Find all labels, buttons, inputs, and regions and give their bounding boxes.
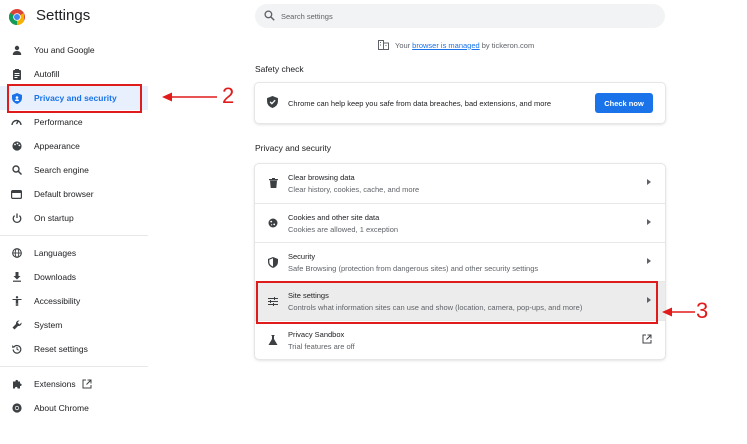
chevron-right-icon [647,258,651,264]
reset-icon [10,343,23,356]
sidebar-item-about-chrome[interactable]: About Chrome [0,396,148,420]
globe-icon [10,247,23,260]
person-icon [10,44,23,57]
shield-check-icon [267,96,278,108]
trash-icon [267,177,279,189]
sidebar-item-label: You and Google [34,45,95,55]
palette-icon [10,140,23,153]
sidebar-item-privacy-and-security[interactable]: Privacy and security [0,86,148,110]
cookies-row[interactable]: Cookies and other site data Cookies are … [255,203,665,242]
search-bar[interactable] [255,4,665,28]
sidebar-item-system[interactable]: System [0,313,148,337]
annotation-step-number: 2 [222,83,235,108]
site-settings-row[interactable]: Site settings Controls what information … [255,281,665,320]
safety-check-card: Chrome can help keep you safe from data … [255,83,665,123]
cookie-icon [267,217,279,229]
sidebar-item-reset-settings[interactable]: Reset settings [0,337,148,361]
sidebar-item-label: Autofill [34,69,60,79]
annotation-step-number: 3 [696,298,709,323]
chevron-right-icon [647,297,651,303]
row-subtitle: Cookies are allowed, 1 exception [288,225,399,234]
page-title: Settings [36,7,91,24]
row-title: Site settings [288,291,329,300]
search-icon [10,164,23,177]
shield-icon [10,92,23,105]
sidebar-item-label: Extensions [34,378,76,389]
managed-notice: Your browser is managed by tickeron.com [378,40,534,50]
chevron-right-icon [647,219,651,225]
clear-browsing-data-row[interactable]: Clear browsing data Clear history, cooki… [255,164,665,203]
building-icon [378,40,389,50]
sidebar-item-label: Accessibility [34,296,81,306]
search-icon [264,10,275,21]
sidebar-item-appearance[interactable]: Appearance [0,134,148,158]
managed-link[interactable]: browser is managed [412,41,480,50]
clipboard-icon [10,68,23,81]
sidebar-item-search-engine[interactable]: Search engine [0,158,148,182]
sidebar-item-label: Downloads [34,272,77,282]
sidebar-item-label: Default browser [34,189,94,199]
row-title: Privacy Sandbox [288,330,345,339]
sidebar-item-label: Languages [34,248,77,258]
safety-check-text: Chrome can help keep you safe from data … [288,99,552,108]
row-subtitle: Safe Browsing (protection from dangerous… [288,264,539,273]
sidebar-item-label-wrap: Extensions [34,379,92,390]
open-in-new-icon[interactable] [82,379,92,389]
accessibility-icon [10,295,23,308]
check-now-button[interactable]: Check now [595,93,653,113]
sidebar-item-label: On startup [34,213,74,223]
tune-icon [267,295,279,307]
safety-check-row: Chrome can help keep you safe from data … [255,83,665,123]
chrome-icon [10,402,23,415]
sidebar-item-label: Performance [34,117,83,127]
download-icon [10,271,23,284]
annotation-arrow-left [162,92,217,102]
gauge-icon [10,116,23,129]
row-title: Security [288,252,316,261]
row-title: Clear browsing data [288,173,355,182]
row-title: Cookies and other site data [288,213,380,222]
sidebar-divider [0,366,148,367]
sidebar-item-label: System [34,320,63,330]
annotation-arrow-left [662,307,695,317]
sidebar-item-extensions[interactable]: Extensions [0,372,148,396]
sidebar-divider [0,235,148,236]
privacy-sandbox-row[interactable]: Privacy Sandbox Trial features are off [255,320,665,359]
power-icon [10,212,23,225]
row-subtitle: Trial features are off [288,342,355,351]
safety-check-heading: Safety check [255,64,304,74]
managed-suffix: by tickeron.com [481,40,535,50]
chrome-logo-icon [9,9,25,25]
shield-icon [267,256,279,268]
privacy-card: Clear browsing data Clear history, cooki… [255,164,665,359]
sidebar-item-label: Privacy and security [34,93,117,103]
sidebar-item-on-startup[interactable]: On startup [0,206,148,230]
sidebar-item-downloads[interactable]: Downloads [0,265,148,289]
sidebar-item-default-browser[interactable]: Default browser [0,182,148,206]
sidebar-item-autofill[interactable]: Autofill [0,62,148,86]
search-input[interactable] [281,8,651,24]
flask-icon [267,334,279,346]
puzzle-icon [10,378,23,391]
sidebar-item-languages[interactable]: Languages [0,241,148,265]
sidebar-item-performance[interactable]: Performance [0,110,148,134]
sidebar-item-label: About Chrome [34,403,89,413]
managed-prefix: Your [395,40,411,50]
browser-icon [10,188,23,201]
sidebar-item-label: Search engine [34,165,89,175]
row-subtitle: Clear history, cookies, cache, and more [288,185,420,194]
privacy-section-heading: Privacy and security [255,143,332,153]
sidebar-item-label: Reset settings [34,344,88,354]
wrench-icon [10,319,23,332]
row-subtitle: Controls what information sites can use … [288,303,583,312]
sidebar-item-label: Appearance [34,141,80,151]
security-row[interactable]: Security Safe Browsing (protection from … [255,242,665,281]
sidebar-item-you-and-google[interactable]: You and Google [0,38,148,62]
sidebar-item-accessibility[interactable]: Accessibility [0,289,148,313]
open-in-new-icon [642,334,652,344]
chevron-right-icon [647,179,651,185]
